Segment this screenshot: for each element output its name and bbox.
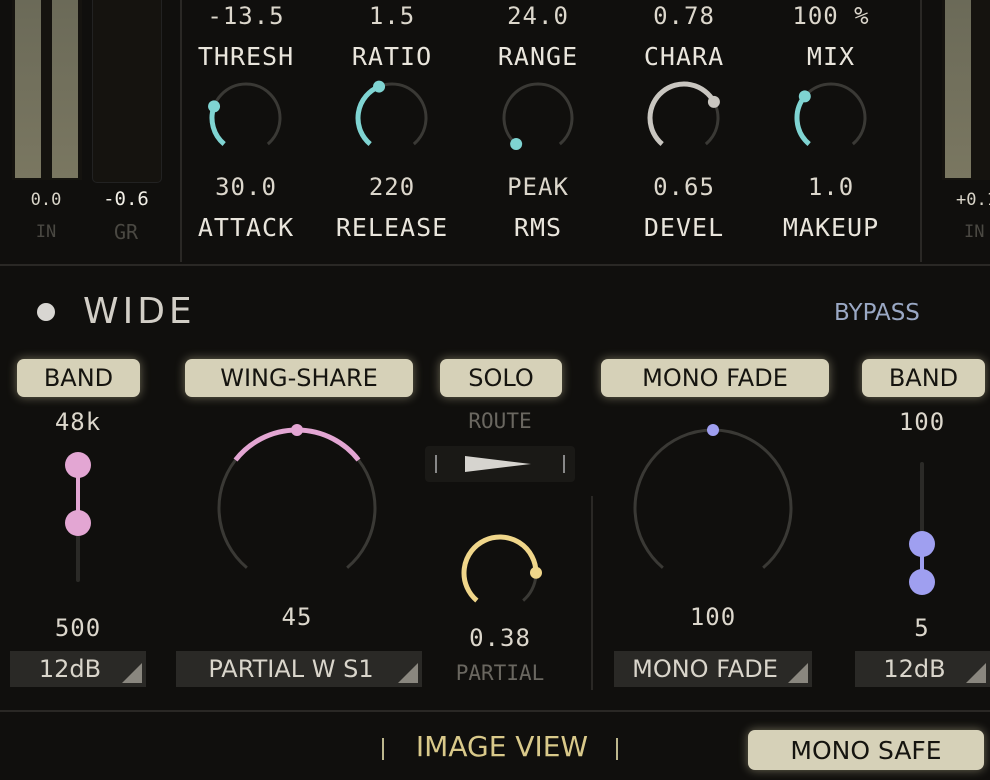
thresh-knob[interactable] bbox=[206, 78, 286, 158]
partial-label: PARTIAL bbox=[455, 661, 545, 685]
rms-label: RMS bbox=[513, 213, 563, 242]
image-view-tab[interactable]: IMAGE VIEW bbox=[376, 726, 628, 770]
dropdown-arrow-icon bbox=[966, 663, 986, 683]
wide-power-led[interactable] bbox=[37, 303, 55, 321]
chara-value: 0.78 bbox=[653, 2, 715, 30]
attack-label: ATTACK bbox=[197, 213, 295, 242]
right-band-top-value: 100 bbox=[898, 408, 946, 436]
chara-knob[interactable] bbox=[644, 78, 724, 158]
range-label: RANGE bbox=[497, 42, 579, 71]
mix-label: MIX bbox=[806, 42, 856, 71]
wing-share-mode-dropdown[interactable]: PARTIAL W S1 bbox=[176, 651, 422, 687]
dropdown-arrow-icon bbox=[398, 663, 418, 683]
left-band-top-value: 48k bbox=[54, 408, 102, 436]
route-selector[interactable] bbox=[425, 446, 575, 482]
route-label: ROUTE bbox=[468, 409, 532, 433]
attack-value: 30.0 bbox=[215, 173, 277, 201]
right-band-bottom-value: 5 bbox=[914, 614, 930, 642]
devel-label: DEVEL bbox=[643, 213, 725, 242]
right-band-low-handle[interactable] bbox=[909, 569, 935, 595]
knob-indicator-icon bbox=[373, 80, 386, 93]
mono-safe-button[interactable]: MONO SAFE bbox=[748, 730, 984, 770]
wing-share-value: 45 bbox=[281, 603, 313, 631]
input-meter-label: IN bbox=[35, 222, 57, 242]
ratio-label: RATIO bbox=[351, 42, 433, 71]
ratio-knob[interactable] bbox=[352, 78, 432, 158]
knob-indicator-icon bbox=[798, 90, 811, 103]
devel-value: 0.65 bbox=[653, 173, 715, 201]
dropdown-arrow-icon bbox=[122, 663, 142, 683]
knob-indicator-icon bbox=[707, 424, 719, 436]
image-view-label: IMAGE VIEW bbox=[415, 730, 589, 763]
mono-fade-mode-dropdown[interactable]: MONO FADE bbox=[614, 651, 812, 687]
knob-indicator-icon bbox=[291, 424, 303, 436]
mono-fade-value: 100 bbox=[689, 603, 737, 631]
output-meter-label: IN bbox=[964, 222, 985, 242]
gr-meter-value: -0.6 bbox=[103, 188, 149, 210]
gr-meter-label: GR bbox=[113, 220, 139, 244]
right-band-button[interactable]: BAND bbox=[862, 359, 985, 397]
rms-value: PEAK bbox=[507, 173, 569, 201]
output-meter-value: +0.1 bbox=[956, 190, 990, 210]
output-meter bbox=[942, 0, 990, 180]
left-band-slope-dropdown[interactable]: 12dB bbox=[10, 651, 146, 687]
mono-fade-knob[interactable] bbox=[625, 420, 800, 570]
ratio-value: 1.5 bbox=[368, 2, 416, 30]
release-label: RELEASE bbox=[335, 213, 449, 242]
partial-knob[interactable] bbox=[455, 528, 545, 618]
dropdown-arrow-icon bbox=[788, 663, 808, 683]
left-band-low-handle[interactable] bbox=[65, 510, 91, 536]
thresh-value: -13.5 bbox=[207, 2, 285, 30]
mix-knob[interactable] bbox=[791, 78, 871, 158]
left-band-high-handle[interactable] bbox=[65, 452, 91, 478]
knob-indicator-icon bbox=[510, 138, 523, 151]
knob-indicator-icon bbox=[707, 95, 720, 108]
wide-section-title: WIDE bbox=[83, 291, 196, 332]
left-band-bottom-value: 500 bbox=[54, 614, 102, 642]
range-knob[interactable] bbox=[498, 78, 578, 158]
gain-reduction-meter bbox=[92, 0, 162, 183]
knob-indicator-icon bbox=[208, 100, 221, 113]
left-band-button[interactable]: BAND bbox=[17, 359, 140, 397]
thresh-label: THRESH bbox=[197, 42, 295, 71]
range-value: 24.0 bbox=[507, 2, 569, 30]
chara-label: CHARA bbox=[643, 42, 725, 71]
makeup-value: 1.0 bbox=[807, 173, 855, 201]
knob-indicator-icon bbox=[529, 566, 542, 579]
mono-fade-button[interactable]: MONO FADE bbox=[601, 359, 829, 397]
right-band-slope-dropdown[interactable]: 12dB bbox=[855, 651, 990, 687]
route-arrow-icon bbox=[465, 456, 531, 472]
input-meter-value: 0.0 bbox=[30, 190, 62, 210]
wing-share-button[interactable]: WING-SHARE bbox=[185, 359, 413, 397]
mix-value: 100 % bbox=[792, 2, 870, 30]
makeup-label: MAKEUP bbox=[782, 213, 880, 242]
partial-value: 0.38 bbox=[469, 624, 531, 652]
input-meter bbox=[12, 0, 82, 180]
release-value: 220 bbox=[368, 173, 416, 201]
solo-button[interactable]: SOLO bbox=[440, 359, 562, 397]
right-band-high-handle[interactable] bbox=[909, 531, 935, 557]
bypass-button[interactable]: BYPASS bbox=[834, 300, 920, 326]
wing-share-knob[interactable] bbox=[210, 420, 385, 570]
